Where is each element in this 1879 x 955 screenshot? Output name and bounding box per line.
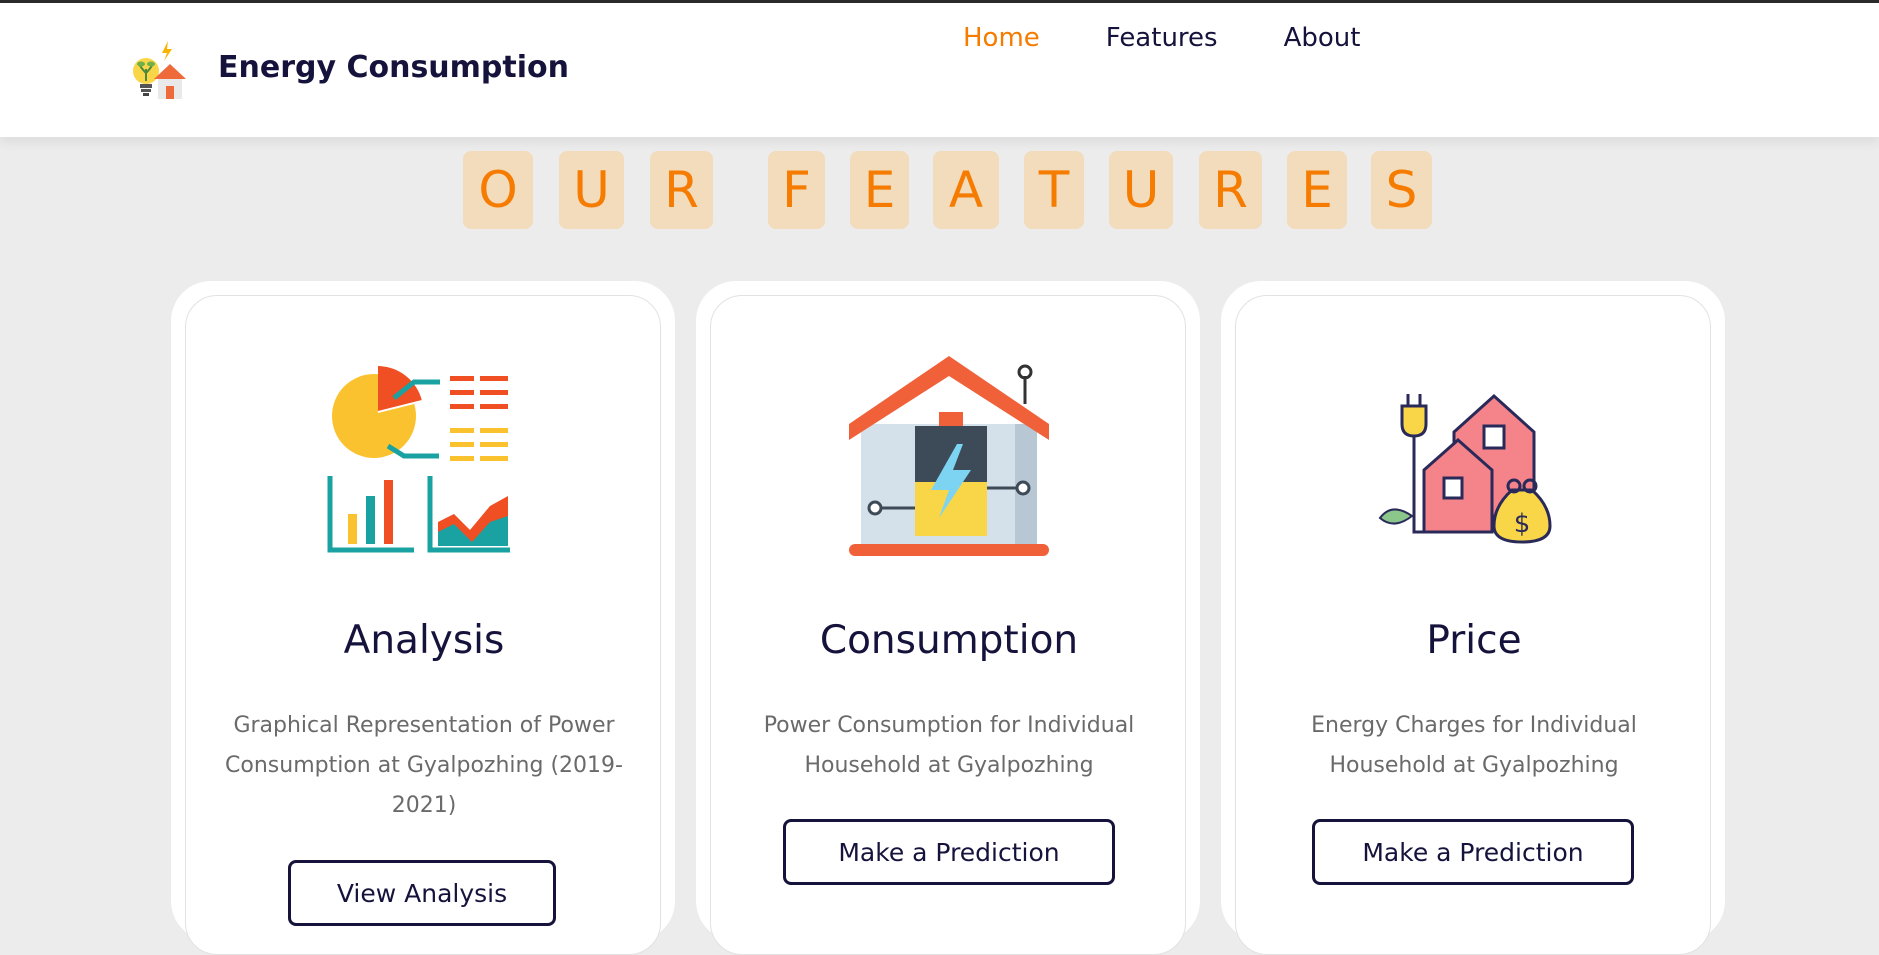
analytics-charts-icon (327, 366, 510, 553)
nav-features[interactable]: Features (1106, 23, 1218, 53)
card-description: Power Consumption for Individual Househo… (763, 713, 1135, 778)
make-prediction-button[interactable]: Make a Prediction (783, 819, 1115, 885)
title-letter: E (850, 151, 909, 229)
our-features-heading: O U R F E A T U R E S (0, 151, 1879, 231)
energy-house-logo-icon (133, 41, 186, 99)
house-money-plug-icon: $ (1378, 393, 1552, 544)
nav-home[interactable]: Home (963, 23, 1040, 53)
title-letter: U (1109, 151, 1173, 229)
title-letter: O (463, 151, 533, 229)
feature-card-analysis: Analysis Graphical Representation of Pow… (171, 281, 675, 955)
feature-card-price: $ Price Energy Charges for Individual Ho… (1221, 281, 1725, 955)
title-letter: A (933, 151, 999, 229)
card-title: Price (1426, 618, 1522, 663)
title-letter: E (1287, 151, 1347, 229)
smart-house-battery-icon (849, 356, 1049, 556)
title-letter: T (1024, 151, 1084, 229)
svg-text:$: $ (1514, 509, 1531, 539)
card-description: Graphical Representation of Power Consum… (225, 713, 623, 818)
main-nav: Home Features About (963, 23, 1426, 53)
title-letter: S (1371, 151, 1432, 229)
card-description: Energy Charges for Individual Household … (1311, 713, 1637, 778)
view-analysis-button[interactable]: View Analysis (288, 860, 556, 926)
make-prediction-button[interactable]: Make a Prediction (1312, 819, 1634, 885)
title-letter: R (650, 151, 713, 229)
title-letter: F (768, 151, 825, 229)
feature-card-consumption: Consumption Power Consumption for Indivi… (696, 281, 1200, 955)
site-header: Energy Consumption Home Features About (0, 3, 1879, 137)
nav-about[interactable]: About (1284, 23, 1361, 53)
brand-title: Energy Consumption (218, 50, 569, 85)
card-title: Analysis (343, 618, 505, 663)
card-title: Consumption (819, 618, 1079, 663)
title-letter: U (559, 151, 624, 229)
title-letter: R (1199, 151, 1262, 229)
